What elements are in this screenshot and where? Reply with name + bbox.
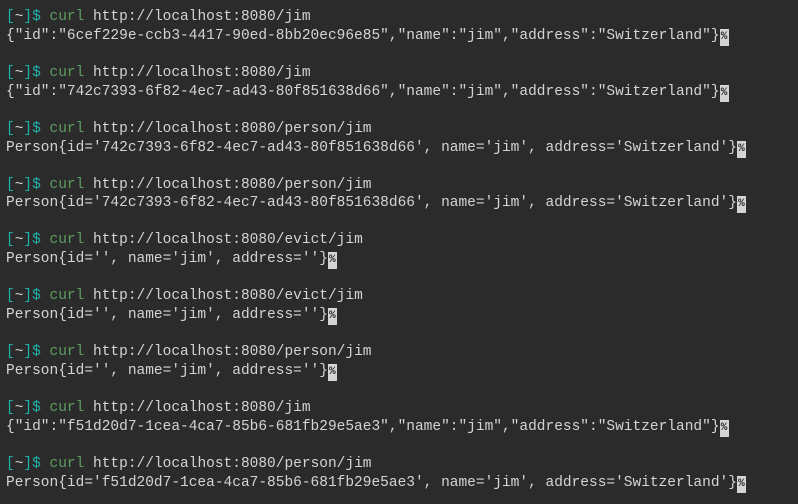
prompt-dollar: $ (32, 400, 41, 416)
curl-url: http://localhost:8080/person/jim (93, 344, 371, 360)
prompt-close-bracket: ] (23, 65, 32, 81)
output-text: Person{id='', name='jim', address=''} (6, 307, 328, 323)
prompt-dollar: $ (32, 121, 41, 137)
command-block: [~]$ curl http://localhost:8080/jim{"id"… (6, 399, 792, 437)
output-text: Person{id='742c7393-6f82-4ec7-ad43-80f85… (6, 140, 737, 156)
curl-command: curl (50, 121, 85, 137)
command-line: [~]$ curl http://localhost:8080/evict/ji… (6, 231, 792, 250)
prompt-dollar: $ (32, 9, 41, 25)
output-text: {"id":"f51d20d7-1cea-4ca7-85b6-681fb29e5… (6, 419, 720, 435)
command-line: [~]$ curl http://localhost:8080/evict/ji… (6, 287, 792, 306)
prompt-dollar: $ (32, 232, 41, 248)
output-line: Person{id='', name='jim', address=''}% (6, 362, 792, 381)
curl-url: http://localhost:8080/evict/jim (93, 232, 363, 248)
prompt-close-bracket: ] (23, 177, 32, 193)
prompt-open-bracket: [ (6, 9, 15, 25)
curl-url: http://localhost:8080/person/jim (93, 121, 371, 137)
output-line: {"id":"f51d20d7-1cea-4ca7-85b6-681fb29e5… (6, 418, 792, 437)
prompt-open-bracket: [ (6, 344, 15, 360)
prompt-close-bracket: ] (23, 9, 32, 25)
terminal-output: [~]$ curl http://localhost:8080/jim{"id"… (6, 8, 792, 493)
prompt-open-bracket: [ (6, 232, 15, 248)
prompt-close-bracket: ] (23, 344, 32, 360)
curl-command: curl (50, 400, 85, 416)
command-block: [~]$ curl http://localhost:8080/jim{"id"… (6, 64, 792, 102)
prompt-dollar: $ (32, 344, 41, 360)
curl-url: http://localhost:8080/person/jim (93, 456, 371, 472)
command-line: [~]$ curl http://localhost:8080/jim (6, 64, 792, 83)
prompt-dollar: $ (32, 177, 41, 193)
command-block: [~]$ curl http://localhost:8080/evict/ji… (6, 231, 792, 269)
eol-marker-icon: % (720, 420, 729, 437)
command-line: [~]$ curl http://localhost:8080/person/j… (6, 455, 792, 474)
curl-command: curl (50, 232, 85, 248)
output-text: Person{id='742c7393-6f82-4ec7-ad43-80f85… (6, 195, 737, 211)
prompt-close-bracket: ] (23, 456, 32, 472)
output-line: Person{id='', name='jim', address=''}% (6, 306, 792, 325)
prompt-open-bracket: [ (6, 177, 15, 193)
eol-marker-icon: % (328, 364, 337, 381)
command-block: [~]$ curl http://localhost:8080/evict/ji… (6, 287, 792, 325)
command-block: [~]$ curl http://localhost:8080/person/j… (6, 120, 792, 158)
output-text: {"id":"742c7393-6f82-4ec7-ad43-80f851638… (6, 84, 720, 100)
output-line: Person{id='f51d20d7-1cea-4ca7-85b6-681fb… (6, 474, 792, 493)
command-block: [~]$ curl http://localhost:8080/jim{"id"… (6, 8, 792, 46)
prompt-close-bracket: ] (23, 121, 32, 137)
prompt-open-bracket: [ (6, 400, 15, 416)
prompt-dollar: $ (32, 288, 41, 304)
prompt-open-bracket: [ (6, 121, 15, 137)
command-line: [~]$ curl http://localhost:8080/person/j… (6, 120, 792, 139)
prompt-open-bracket: [ (6, 456, 15, 472)
curl-command: curl (50, 9, 85, 25)
curl-url: http://localhost:8080/jim (93, 400, 311, 416)
output-line: Person{id='742c7393-6f82-4ec7-ad43-80f85… (6, 139, 792, 158)
command-line: [~]$ curl http://localhost:8080/person/j… (6, 343, 792, 362)
curl-command: curl (50, 288, 85, 304)
command-block: [~]$ curl http://localhost:8080/person/j… (6, 176, 792, 214)
curl-url: http://localhost:8080/jim (93, 9, 311, 25)
eol-marker-icon: % (737, 141, 746, 158)
output-text: Person{id='', name='jim', address=''} (6, 251, 328, 267)
eol-marker-icon: % (720, 29, 729, 46)
curl-command: curl (50, 344, 85, 360)
curl-command: curl (50, 177, 85, 193)
prompt-open-bracket: [ (6, 288, 15, 304)
eol-marker-icon: % (737, 476, 746, 493)
output-text: {"id":"6cef229e-ccb3-4417-90ed-8bb20ec96… (6, 28, 720, 44)
curl-url: http://localhost:8080/evict/jim (93, 288, 363, 304)
prompt-close-bracket: ] (23, 288, 32, 304)
prompt-dollar: $ (32, 456, 41, 472)
command-block: [~]$ curl http://localhost:8080/person/j… (6, 455, 792, 493)
prompt-open-bracket: [ (6, 65, 15, 81)
output-line: {"id":"6cef229e-ccb3-4417-90ed-8bb20ec96… (6, 27, 792, 46)
command-block: [~]$ curl http://localhost:8080/person/j… (6, 343, 792, 381)
eol-marker-icon: % (720, 85, 729, 102)
command-line: [~]$ curl http://localhost:8080/jim (6, 399, 792, 418)
prompt-close-bracket: ] (23, 232, 32, 248)
output-text: Person{id='', name='jim', address=''} (6, 363, 328, 379)
command-line: [~]$ curl http://localhost:8080/person/j… (6, 176, 792, 195)
output-line: Person{id='', name='jim', address=''}% (6, 250, 792, 269)
command-line: [~]$ curl http://localhost:8080/jim (6, 8, 792, 27)
prompt-close-bracket: ] (23, 400, 32, 416)
curl-url: http://localhost:8080/jim (93, 65, 311, 81)
curl-url: http://localhost:8080/person/jim (93, 177, 371, 193)
output-text: Person{id='f51d20d7-1cea-4ca7-85b6-681fb… (6, 475, 737, 491)
eol-marker-icon: % (328, 308, 337, 325)
eol-marker-icon: % (737, 196, 746, 213)
curl-command: curl (50, 456, 85, 472)
output-line: {"id":"742c7393-6f82-4ec7-ad43-80f851638… (6, 83, 792, 102)
curl-command: curl (50, 65, 85, 81)
output-line: Person{id='742c7393-6f82-4ec7-ad43-80f85… (6, 194, 792, 213)
eol-marker-icon: % (328, 252, 337, 269)
prompt-dollar: $ (32, 65, 41, 81)
